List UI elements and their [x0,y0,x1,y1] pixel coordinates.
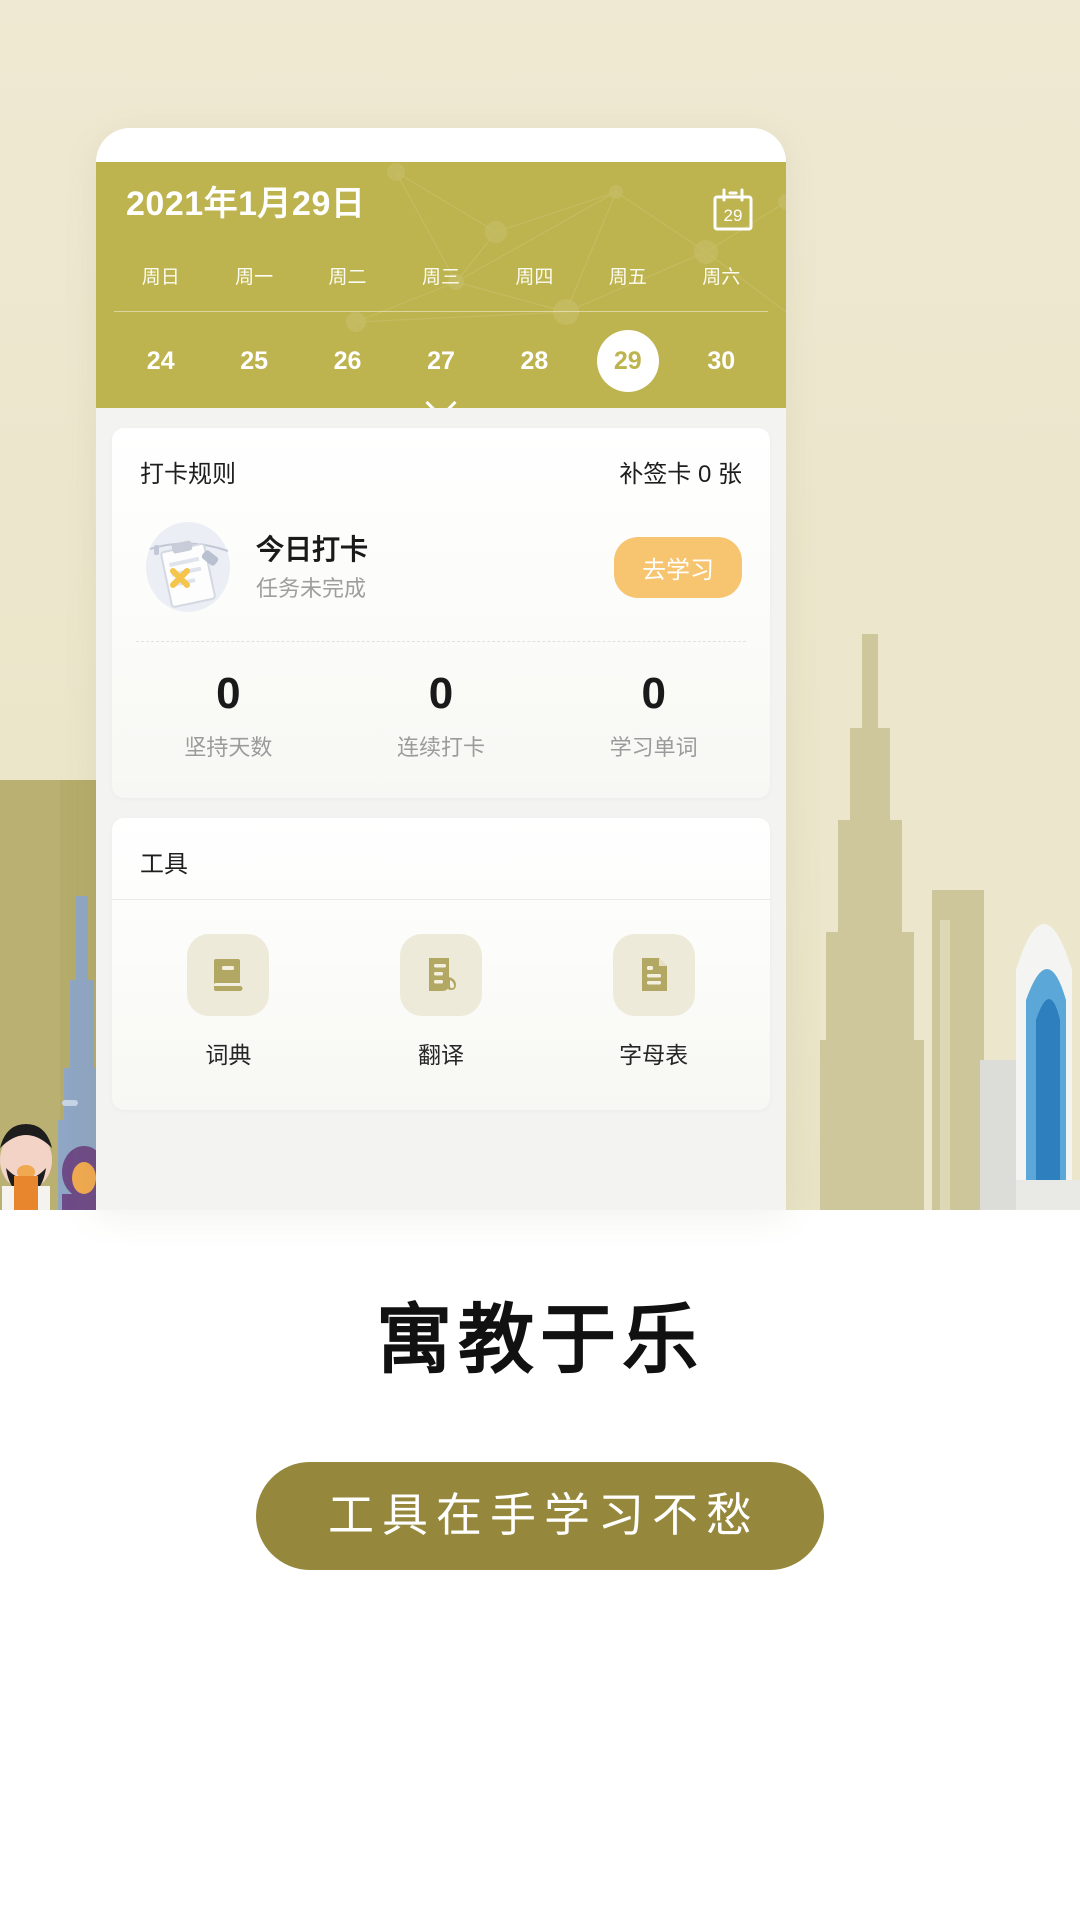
stat-label: 连续打卡 [397,735,486,760]
phone-content: 打卡规则 补签卡 0 张 今日打卡 任务未完成 去学习 0 坚持天数 0 连续打… [96,408,786,1210]
weekday-label: 周四 [515,267,554,288]
stat-label: 坚持天数 [184,735,273,760]
tool-label: 词典 [205,1042,252,1068]
page-title: 2021年1月29日 [126,185,366,223]
tool-label: 翻译 [418,1042,464,1068]
stat-words-learned: 0 学习单词 [547,672,760,762]
file-text-icon [612,934,695,1016]
phone-mockup: 2021年1月29日 29 周日 周一 周二 周三 周四 周五 周六 24 25… [96,128,786,1210]
promo-headline: 寓教于乐 [376,1298,704,1383]
makeup-cards-count[interactable]: 补签卡 0 张 [619,454,742,489]
go-study-button[interactable]: 去学习 [614,536,742,598]
weekday-label: 周日 [141,267,180,288]
tool-translate[interactable]: 翻译 [335,934,548,1070]
checkin-text-block: 今日打卡 任务未完成 [256,532,614,603]
calendar-day-29-selected[interactable]: 29 [581,330,674,392]
stat-persist-days: 0 坚持天数 [122,672,335,762]
today-checkin-title: 今日打卡 [256,533,369,565]
checkin-card: 打卡规则 补签卡 0 张 今日打卡 任务未完成 去学习 0 坚持天数 0 连续打… [112,428,770,798]
weekday-label: 周一 [235,267,274,288]
today-checkin-row: 今日打卡 任务未完成 去学习 [112,511,770,641]
stat-value: 0 [641,669,666,718]
weekday-row: 周日 周一 周二 周三 周四 周五 周六 [96,262,786,289]
weekday-label: 周六 [702,267,741,288]
day-number: 24 [146,346,175,375]
tool-alphabet[interactable]: 字母表 [547,934,760,1070]
city-skyline-right [820,500,1080,1210]
translate-document-icon [400,934,482,1016]
calendar-day-row: 24 25 26 27 28 29 30 [96,326,786,396]
calendar-day-28[interactable]: 28 [488,347,581,376]
day-number: 30 [707,346,736,375]
tool-dictionary[interactable]: 词典 [122,934,335,1070]
tools-card: 工具 词典 翻译 字母表 [112,818,770,1110]
calendar-day-24[interactable]: 24 [114,347,207,376]
day-number: 25 [240,346,269,375]
day-number: 29 [596,330,659,392]
weekday-label: 周二 [328,267,367,288]
day-number: 28 [520,346,549,375]
day-number: 27 [427,346,455,375]
weekday-label: 周五 [608,267,647,288]
stat-value: 0 [216,669,241,718]
stat-label: 学习单词 [609,735,698,760]
calendar-icon[interactable]: 29 [710,188,756,234]
today-checkin-status: 任务未完成 [256,575,367,601]
calendar-expand-button[interactable] [96,387,786,408]
weekday-label: 周三 [421,267,460,288]
calendar-day-30[interactable]: 30 [675,347,768,376]
checkin-card-header: 打卡规则 补签卡 0 张 [112,428,770,511]
calendar-day-25[interactable]: 25 [207,347,300,376]
stats-row: 0 坚持天数 0 连续打卡 0 学习单词 [112,642,770,798]
book-icon [187,934,270,1016]
calendar-icon-day: 29 [724,206,743,225]
calendar-divider [114,311,768,312]
stat-value: 0 [428,669,454,718]
calendar-header: 2021年1月29日 29 周日 周一 周二 周三 周四 周五 周六 24 25… [96,162,786,408]
stat-consecutive-checkins: 0 连续打卡 [335,672,548,762]
checkin-illustration-icon [140,519,236,615]
promo-section: 寓教于乐 工具在手学习不愁 [0,1230,1080,1570]
calendar-day-27[interactable]: 27 [394,347,487,376]
checkin-rules-link[interactable]: 打卡规则 [140,454,236,489]
tools-grid: 词典 翻译 字母表 [112,900,770,1110]
calendar-day-26[interactable]: 26 [301,347,394,376]
tools-section-title: 工具 [140,851,188,878]
day-number: 26 [333,346,362,375]
tool-label: 字母表 [619,1042,689,1068]
promo-cta-button[interactable]: 工具在手学习不愁 [256,1462,824,1570]
